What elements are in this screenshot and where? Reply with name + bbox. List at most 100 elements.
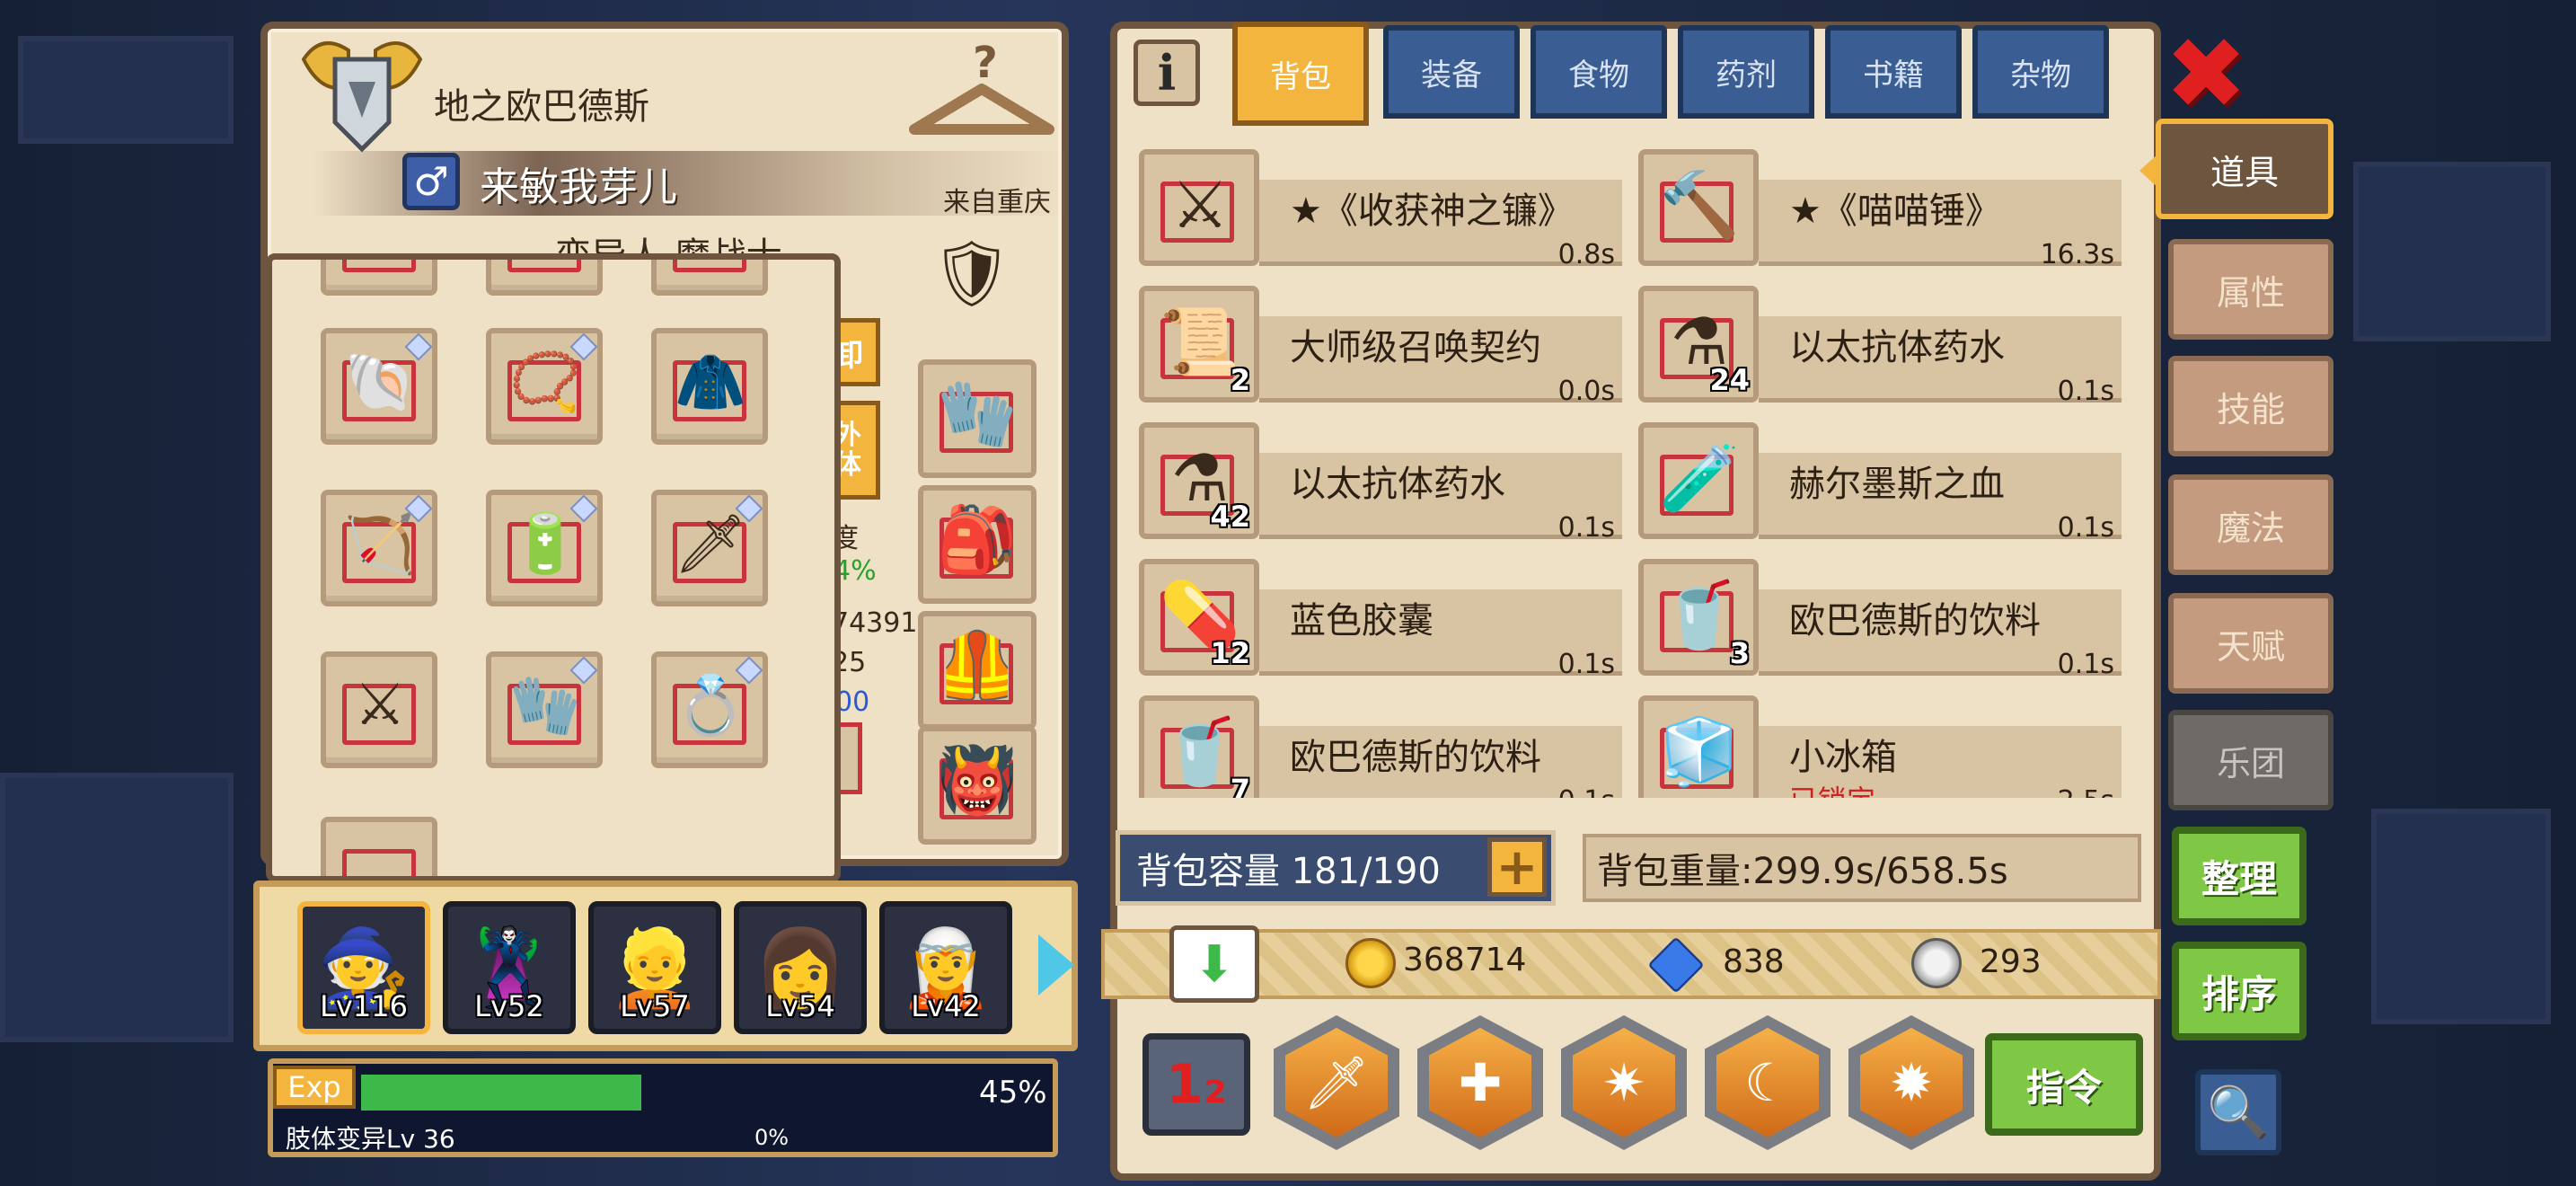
sort-button[interactable]: 排序 xyxy=(2172,942,2307,1040)
command-button[interactable]: 指令 xyxy=(1985,1033,2143,1136)
list-item[interactable]: 🧊 小冰箱 已锁定 2.5s xyxy=(1638,686,2132,798)
item-weight: 16.3s xyxy=(2040,239,2114,270)
party-member[interactable]: 🧙 Lv116 xyxy=(297,901,430,1034)
party-member[interactable]: 🦹 Lv52 xyxy=(443,901,576,1034)
equip-slot-armor[interactable]: 🦺 xyxy=(918,611,1037,730)
member-level: Lv57 xyxy=(620,989,690,1023)
nav-magic[interactable]: 魔法 xyxy=(2168,474,2333,575)
inventory-popup: 🐚 📿 🧥 🏹 🔋 🗡 ⚔ 🧤 💍 xyxy=(266,253,841,882)
item-slot: 📜 2 xyxy=(1139,286,1259,403)
flag-axe-icon: ⚔ xyxy=(354,672,406,739)
tidy-button[interactable]: 整理 xyxy=(2172,827,2307,925)
list-item[interactable]: ⚔ ★《收获神之镰》 0.8s xyxy=(1139,140,1633,273)
sickle-skill-icon: ☾ xyxy=(1744,1052,1791,1113)
ring-glove-icon: 💍 xyxy=(675,672,746,739)
tab-backpack[interactable]: 背包 xyxy=(1232,22,1369,126)
item-weight: 0.8s xyxy=(1557,239,1615,270)
dark-glove-icon: 🧤 xyxy=(937,375,1018,451)
party-member[interactable]: 👱 Lv57 xyxy=(588,901,721,1034)
item-name: 以太抗体药水 xyxy=(1789,327,2005,368)
inventory-slot[interactable]: 🐚 xyxy=(321,328,437,445)
gauntlet-icon: 🧤 xyxy=(509,672,581,739)
party-member[interactable]: 👩 Lv54 xyxy=(734,901,867,1034)
list-item[interactable]: 💊 12 蓝色胶囊 0.1s xyxy=(1139,550,1633,683)
close-icon[interactable]: ✖ xyxy=(2165,24,2247,123)
item-slot: 🧪 xyxy=(1638,422,1759,539)
slot-frame xyxy=(673,260,746,272)
inventory-slot[interactable]: 💍 xyxy=(651,651,768,768)
nav-talent[interactable]: 天赋 xyxy=(2168,593,2333,694)
silver-amount: 293 xyxy=(1980,943,2042,980)
diamond-amount: 838 xyxy=(1723,943,1785,980)
list-item[interactable]: 🥤7 欧巴德斯的饮料 0.1s xyxy=(1139,686,1633,798)
silver-coin-icon xyxy=(1911,938,1962,988)
inventory-slot[interactable]: 🧥 xyxy=(651,328,768,445)
inventory-slot[interactable] xyxy=(321,817,437,876)
item-name: 大师级召唤契约 xyxy=(1290,327,1541,368)
item-weight: 0.1s xyxy=(2057,649,2114,680)
slot-frame xyxy=(342,260,416,272)
equip-slot-emblem[interactable]: 🛡 xyxy=(918,225,1037,343)
slot-frame xyxy=(507,260,581,272)
slot-frame xyxy=(342,849,416,876)
tab-books[interactable]: 书籍 xyxy=(1825,25,1962,119)
inventory-slot[interactable]: 📿 xyxy=(486,328,603,445)
sword-skill-icon: 🗡 xyxy=(1303,1051,1370,1113)
fridge-icon: 🧊 xyxy=(1659,712,1740,789)
list-item[interactable]: 📜 2 大师级召唤契约 0.0s xyxy=(1139,277,1633,410)
burst-skill-icon: ✹ xyxy=(1889,1052,1934,1113)
tab-potion[interactable]: 药剂 xyxy=(1678,25,1814,119)
inventory-slot[interactable] xyxy=(651,260,768,296)
bg-tile xyxy=(18,36,234,144)
download-arrow-icon: ⬇ xyxy=(1193,934,1236,994)
spear-skill-icon: ✚ xyxy=(1458,1052,1503,1113)
tab-misc[interactable]: 杂物 xyxy=(1972,25,2109,119)
member-level: Lv52 xyxy=(474,989,544,1023)
member-level: Lv116 xyxy=(320,989,408,1023)
list-item[interactable]: 🥤 3 欧巴德斯的饮料 0.1s xyxy=(1638,550,2132,683)
nav-items[interactable]: 道具 xyxy=(2156,119,2333,219)
party-next-arrow-icon[interactable] xyxy=(1038,934,1074,996)
crossbow-icon: 🏹 xyxy=(344,510,416,578)
rank-emblem-icon xyxy=(301,41,423,153)
item-qty: 3 xyxy=(1729,636,1750,670)
list-item[interactable]: ⚗ 42 以太抗体药水 0.1s xyxy=(1139,413,1633,546)
search-button[interactable]: 🔍 xyxy=(2195,1069,2281,1155)
equip-slot-gloves[interactable]: 🧤 xyxy=(918,359,1037,478)
inventory-slot[interactable]: 🗡 xyxy=(651,490,768,606)
item-slot: 🥤 7 xyxy=(1139,695,1259,798)
info-button[interactable]: i xyxy=(1134,40,1200,106)
inventory-slot[interactable] xyxy=(321,260,437,296)
equip-slot-belt[interactable]: 🎒 xyxy=(918,485,1037,604)
item-slot: ⚗ 24 xyxy=(1638,286,1759,403)
party-member[interactable]: 🧝 Lv42 xyxy=(879,901,1012,1034)
item-qty: 24 xyxy=(1709,363,1750,397)
expand-capacity-button[interactable]: + xyxy=(1487,837,1547,897)
nav-attributes[interactable]: 属性 xyxy=(2168,239,2333,340)
exp-percent: 45% xyxy=(979,1075,1047,1111)
equip-slot-mask[interactable]: 👹 xyxy=(918,726,1037,845)
inventory-slot[interactable]: 🔋 xyxy=(486,490,603,606)
search-icon: 🔍 xyxy=(2207,1084,2270,1142)
tab-equipment[interactable]: 装备 xyxy=(1383,25,1520,119)
origin-label: 来自重庆 xyxy=(943,187,1051,218)
inventory-slot[interactable]: 🧤 xyxy=(486,651,603,768)
exp-progress-fill xyxy=(361,1075,641,1111)
deposit-button[interactable]: ⬇ xyxy=(1169,925,1259,1003)
item-weight: 0.1s xyxy=(1557,649,1615,680)
player-name: 来敏我芽儿 xyxy=(480,164,677,210)
inventory-slot[interactable]: ⚔ xyxy=(321,651,437,768)
list-item[interactable]: 🧪 赫尔墨斯之血 0.1s xyxy=(1638,413,2132,546)
nav-band[interactable]: 乐团 xyxy=(2168,710,2333,810)
item-slot: 🔨 xyxy=(1638,149,1759,266)
inventory-slot[interactable] xyxy=(486,260,603,296)
party-bar: 🧙 Lv116 🦹 Lv52 👱 Lv57 👩 Lv54 🧝 Lv42 xyxy=(253,881,1078,1051)
tab-food[interactable]: 食物 xyxy=(1531,25,1667,119)
inventory-slot[interactable]: 🏹 xyxy=(321,490,437,606)
item-qty: 42 xyxy=(1210,500,1250,534)
hanger-icon[interactable]: ? xyxy=(905,40,1058,147)
nav-skills[interactable]: 技能 xyxy=(2168,356,2333,456)
skill-set-toggle-button[interactable]: 1₂ xyxy=(1142,1033,1250,1136)
list-item[interactable]: ⚗ 24 以太抗体药水 0.1s xyxy=(1638,277,2132,410)
list-item[interactable]: 🔨 ★《喵喵锤》 16.3s xyxy=(1638,140,2132,273)
